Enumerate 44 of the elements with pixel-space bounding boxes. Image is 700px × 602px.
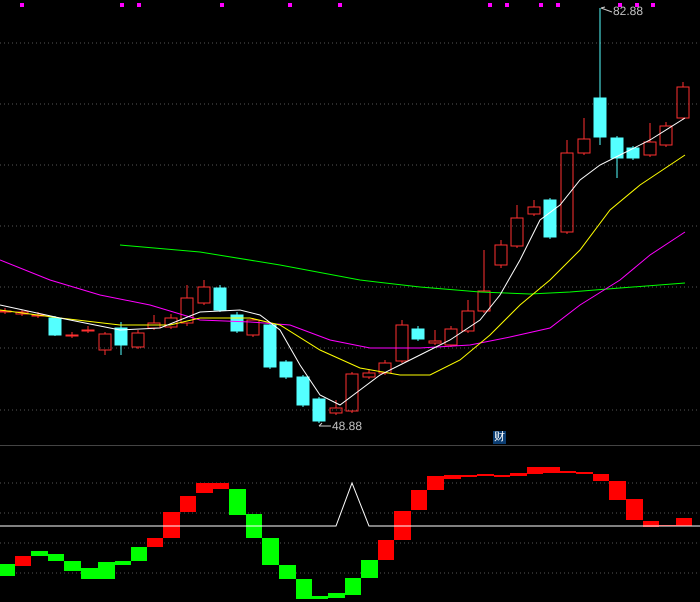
- candlestick: [528, 200, 540, 216]
- leader-line: [318, 422, 332, 426]
- low-price-label: 48.88: [332, 420, 362, 432]
- candlestick: [82, 326, 94, 334]
- candlestick: [312, 396, 326, 424]
- candlestick: [264, 322, 276, 370]
- candlestick: [478, 250, 490, 314]
- candlestick: [660, 122, 672, 148]
- candlestick: [180, 284, 194, 326]
- candlestick: [198, 280, 210, 306]
- candlestick: [66, 332, 78, 338]
- candlestick: [462, 300, 474, 334]
- candlestick: [428, 330, 442, 346]
- candlestick: [346, 372, 358, 414]
- candlestick: [396, 320, 408, 364]
- candlestick: [148, 314, 160, 330]
- candlestick: [610, 136, 624, 178]
- candlestick: [412, 326, 424, 342]
- candlestick: [578, 118, 590, 156]
- candlestick: [330, 400, 342, 416]
- candlestick: [626, 146, 640, 160]
- high-price-label: 82.88: [613, 5, 644, 17]
- candlestick: [98, 332, 112, 356]
- candlestick: [48, 316, 62, 336]
- candlestick: [132, 330, 144, 350]
- candlestick: [444, 326, 458, 348]
- candlestick: [164, 314, 178, 330]
- candlestick: [544, 198, 556, 240]
- candlestick: [378, 360, 392, 376]
- candlestick: [16, 310, 28, 316]
- candlestick: [296, 374, 310, 408]
- candlestick: [114, 322, 128, 356]
- candlestick: [510, 204, 524, 248]
- leader-line: [600, 6, 612, 12]
- candlestick: [676, 82, 690, 120]
- candlestick: [280, 360, 292, 380]
- candlestick: [494, 240, 508, 268]
- candlestick: [32, 312, 44, 318]
- candlestick: [362, 370, 376, 380]
- candlestick: [214, 284, 226, 312]
- finance-badge[interactable]: 财: [493, 431, 506, 444]
- candlestick: [246, 318, 260, 338]
- candlestick: [644, 122, 656, 158]
- candlestick: [0, 308, 12, 314]
